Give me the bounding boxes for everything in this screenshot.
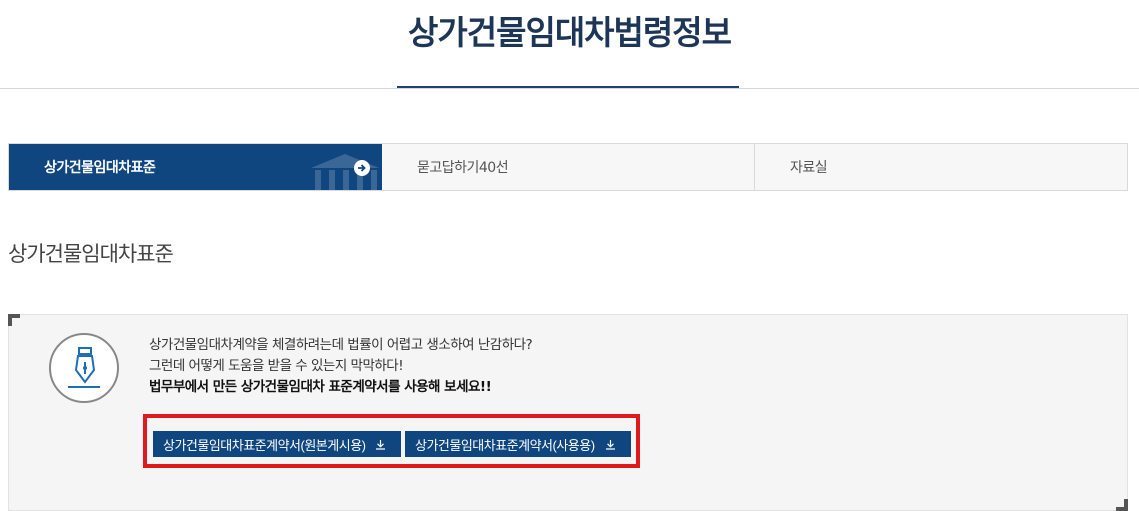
download-usage-button[interactable]: 상가건물임대차표준계약서(사용용) <box>405 431 631 457</box>
download-icon <box>605 439 616 450</box>
info-line: 그런데 어떻게 도움을 받을 수 있는지 막막하다! <box>149 358 404 374</box>
tab-label: 자료실 <box>790 160 828 176</box>
info-text: 상가건물임대차계약을 체결하려는데 법률이 어렵고 생소하여 난감하다? 그런데… <box>149 335 533 398</box>
tab-archive[interactable]: 자료실 <box>755 144 1127 190</box>
info-line-emphasis: 법무부에서 만든 상가건물임대차 표준계약서를 사용해 보세요!! <box>149 379 492 395</box>
info-box: 상가건물임대차계약을 체결하려는데 법률이 어렵고 생소하여 난감하다? 그런데… <box>8 314 1128 511</box>
tab-qna[interactable]: 묻고답하기40선 <box>382 144 755 190</box>
page-title: 상가건물임대차법령정보 <box>408 13 732 52</box>
tab-label: 묻고답하기40선 <box>417 160 509 176</box>
building-icon <box>309 152 381 196</box>
corner-decoration <box>1116 499 1128 511</box>
button-label: 상가건물임대차표준계약서(원본게시용) <box>163 437 366 453</box>
download-icon <box>375 439 386 450</box>
section-heading: 상가건물임대차표준 <box>8 242 174 266</box>
corner-decoration <box>8 314 20 326</box>
tab-label: 상가건물임대차표준 <box>44 160 156 176</box>
fountain-pen-icon <box>49 333 119 403</box>
tab-bar: 상가건물임대차표준 묻고답하기40선 자료실 <box>8 143 1128 191</box>
download-original-button[interactable]: 상가건물임대차표준계약서(원본게시용) <box>153 431 401 457</box>
info-line: 상가건물임대차계약을 체결하려는데 법률이 어렵고 생소하여 난감하다? <box>149 337 533 353</box>
arrow-right-circle-icon <box>354 160 370 176</box>
tab-standard[interactable]: 상가건물임대차표준 <box>9 144 382 190</box>
button-label: 상가건물임대차표준계약서(사용용) <box>415 437 595 453</box>
title-divider <box>0 88 1139 89</box>
